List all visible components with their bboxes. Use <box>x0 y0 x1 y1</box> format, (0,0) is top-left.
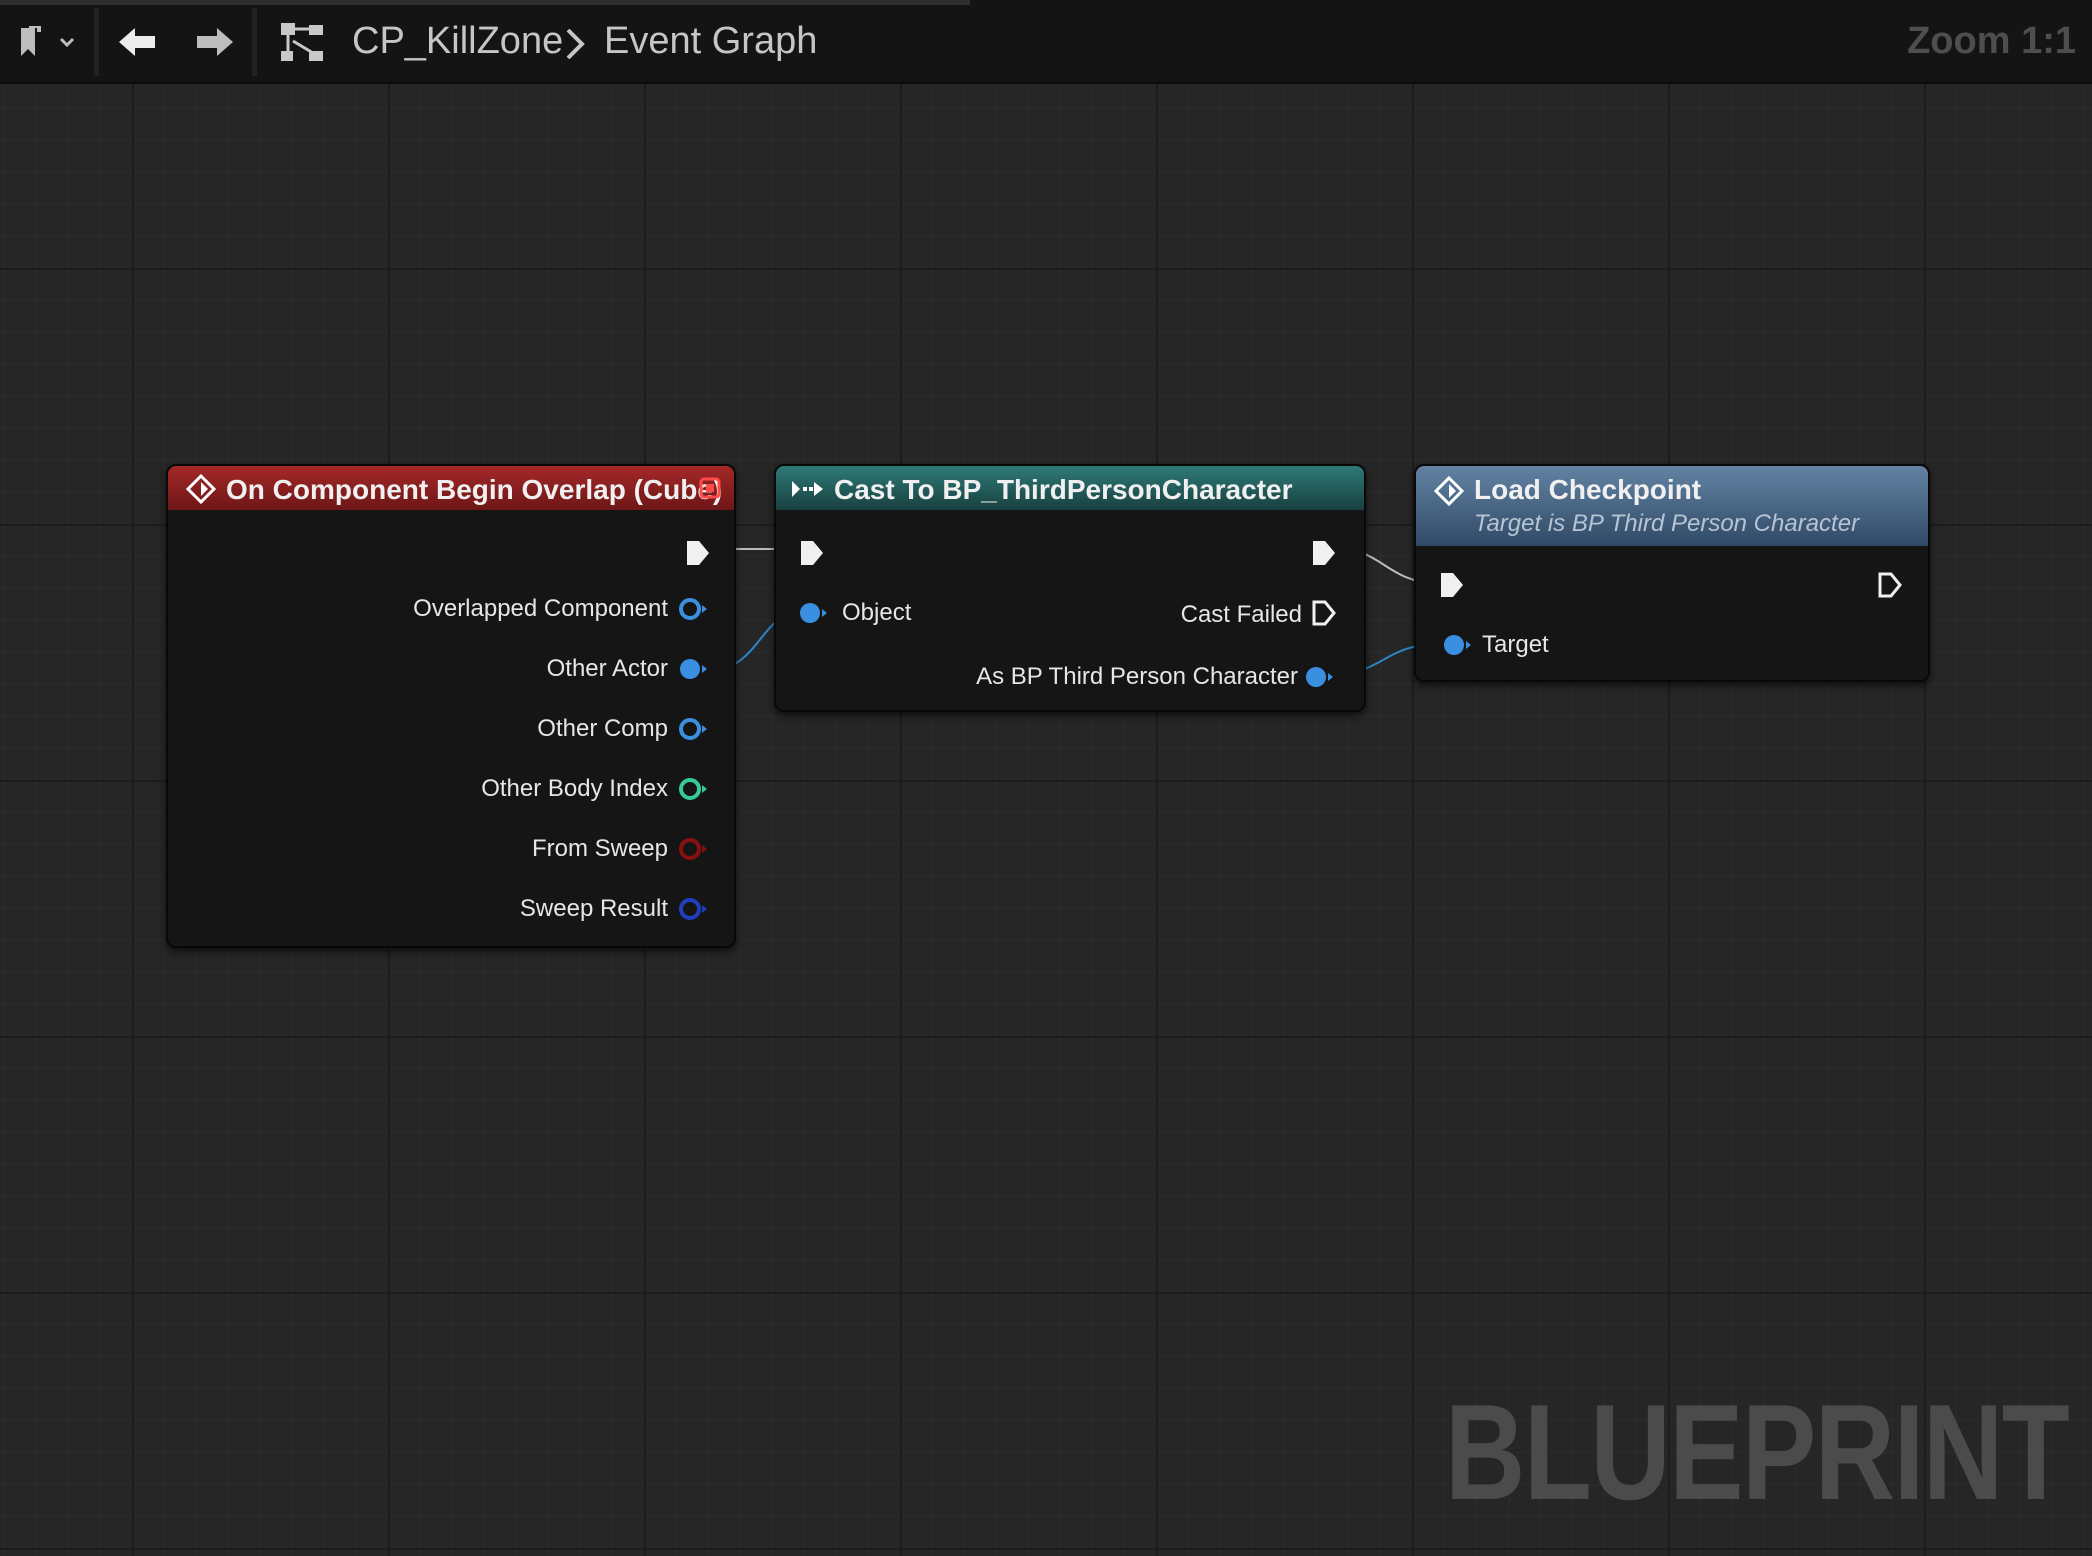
exec-out-pin[interactable] <box>684 538 712 568</box>
object-pin-icon[interactable] <box>678 656 710 682</box>
boolean-pin-icon[interactable] <box>678 836 710 862</box>
node-header: On Component Begin Overlap (Cube) <box>168 466 734 510</box>
exec-in-pin[interactable] <box>1438 570 1466 600</box>
node-overlap-event[interactable]: On Component Begin Overlap (Cube) Overla… <box>166 464 736 948</box>
node-load-checkpoint[interactable]: Load Checkpoint Target is BP Third Perso… <box>1414 464 1930 682</box>
pin-label-target: Target <box>1482 631 1549 658</box>
pin-label-as-bp-third-person-character: As BP Third Person Character <box>976 663 1298 690</box>
exec-out-pin-empty[interactable] <box>1310 598 1338 628</box>
function-diamond-icon <box>1434 476 1464 506</box>
node-cast[interactable]: Cast To BP_ThirdPersonCharacter Object C… <box>774 464 1366 712</box>
object-pin-icon[interactable] <box>678 716 710 742</box>
node-header: Load Checkpoint Target is BP Third Perso… <box>1416 466 1928 546</box>
object-pin-icon[interactable] <box>798 600 830 626</box>
pin-label-other-body-index: Other Body Index <box>481 775 668 802</box>
pin-label-sweep-result: Sweep Result <box>519 895 668 922</box>
blueprint-watermark: BLUEPRINT <box>1444 1376 2070 1528</box>
pin-label-from-sweep: From Sweep <box>531 835 668 862</box>
pin-label-object: Object <box>842 599 912 626</box>
exec-in-pin[interactable] <box>798 538 826 568</box>
struct-pin-icon[interactable] <box>678 896 710 922</box>
pin-label-other-actor: Other Actor <box>546 655 668 682</box>
object-pin-icon[interactable] <box>678 596 710 622</box>
node-subtitle: Target is BP Third Person Character <box>1474 510 1860 537</box>
exec-out-pin[interactable] <box>1310 538 1338 568</box>
node-title: On Component Begin Overlap (Cube) <box>226 474 723 505</box>
node-title: Load Checkpoint <box>1474 474 1702 505</box>
cast-icon <box>792 481 823 497</box>
node-title: Cast To BP_ThirdPersonCharacter <box>834 474 1293 505</box>
pin-label-other-comp: Other Comp <box>537 715 668 742</box>
integer-pin-icon[interactable] <box>678 776 710 802</box>
object-pin-icon[interactable] <box>1304 664 1336 690</box>
node-header: Cast To BP_ThirdPersonCharacter <box>776 466 1364 510</box>
pin-label-overlapped-component: Overlapped Component <box>413 595 668 622</box>
delegate-icon[interactable] <box>698 476 722 500</box>
object-pin-icon[interactable] <box>1442 632 1474 658</box>
event-diamond-icon <box>186 474 216 504</box>
exec-out-pin-empty[interactable] <box>1876 570 1904 600</box>
pin-label-cast-failed: Cast Failed <box>1180 601 1302 628</box>
